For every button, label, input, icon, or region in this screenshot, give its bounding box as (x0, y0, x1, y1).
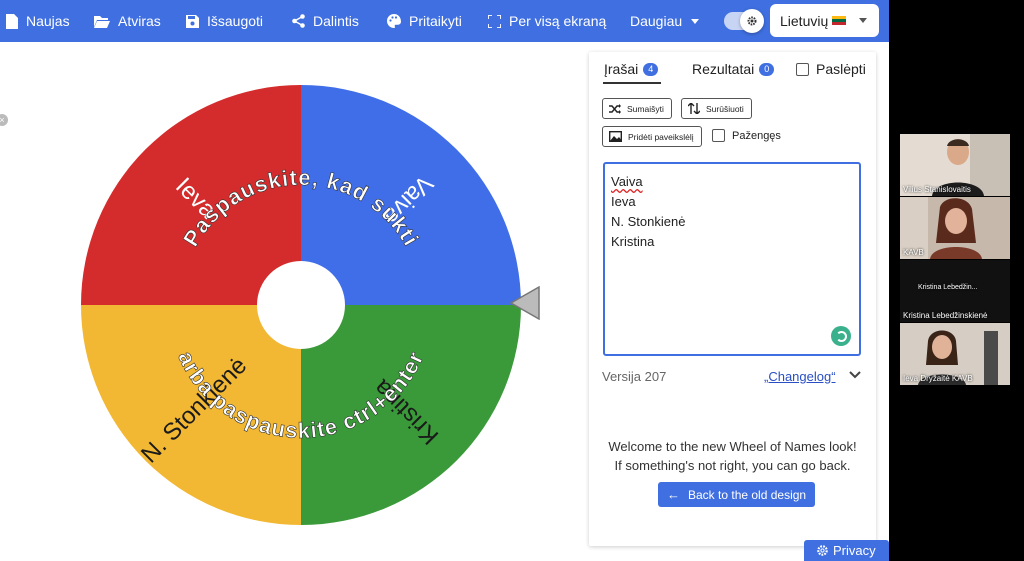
entries-panel: Įrašai 4 Rezultatai 0 Paslėpti Sumaišyti… (589, 52, 876, 546)
add-image-label: Pridėti paveikslėlį (628, 131, 694, 142)
sort-label: Surūšiuoti (706, 103, 744, 114)
entry-line: Kristina (611, 234, 655, 249)
grammar-check-icon[interactable] (831, 326, 851, 346)
arrow-left-icon: ← (667, 487, 680, 502)
palette-icon (387, 14, 401, 28)
entry-line: N. Stonkienė (611, 214, 686, 229)
wheel-of-names-app: Naujas Atviras Išsaugoti Dalintis Pritai… (0, 0, 889, 561)
entries-textarea[interactable]: Vaiva Ieva N. Stonkienė Kristina (603, 162, 861, 356)
add-image-button[interactable]: Pridėti paveikslėlį (602, 126, 702, 147)
shuffle-label: Sumaišyti (627, 103, 664, 114)
gear-icon (817, 545, 828, 556)
fullscreen-label: Per visą ekraną (509, 13, 607, 29)
file-icon (6, 13, 18, 29)
lithuanian-flag-icon (832, 16, 847, 25)
sort-icon (688, 103, 700, 114)
more-label: Daugiau (630, 13, 683, 29)
more-menu[interactable]: Daugiau (630, 0, 700, 42)
close-icon[interactable]: × (0, 114, 8, 126)
participant-name: Ieva Dryžaitė KAVB (903, 374, 973, 383)
tab-entries-label: Įrašai (604, 61, 639, 77)
entry-line: Ieva (611, 194, 636, 209)
entry-line: Vaiva (611, 174, 643, 189)
changelog-link[interactable]: „Changelog“ (764, 369, 836, 384)
privacy-button[interactable]: Privacy (804, 540, 889, 561)
results-count-badge: 0 (759, 62, 775, 76)
new-label: Naujas (26, 13, 70, 29)
privacy-label: Privacy (833, 543, 876, 558)
tab-results[interactable]: Rezultatai 0 (692, 61, 775, 77)
participant-caption: Kristina Lebedžin... (918, 284, 978, 291)
participant-tile[interactable]: Vilius Stanislovaitis (900, 134, 1010, 196)
back-to-old-design-button[interactable]: ← Back to the old design (658, 482, 816, 507)
hide-label: Paslėpti (816, 61, 866, 77)
save-button[interactable]: Išsaugoti (186, 0, 263, 42)
hide-checkbox[interactable]: Paslėpti (796, 61, 866, 77)
share-button[interactable]: Dalintis (292, 0, 359, 42)
shuffle-icon (609, 103, 621, 114)
share-label: Dalintis (313, 13, 359, 29)
tab-results-label: Rezultatai (692, 61, 755, 77)
advanced-checkbox[interactable]: Pažengęs (712, 129, 781, 142)
advanced-checkbox-box[interactable] (712, 129, 725, 142)
wheel-pointer-arrow (509, 286, 540, 320)
chevron-down-icon (859, 18, 867, 23)
back-button-label: Back to the old design (688, 487, 807, 502)
dark-mode-toggle[interactable] (724, 9, 764, 33)
save-label: Išsaugoti (207, 13, 264, 29)
image-icon (609, 131, 622, 142)
fullscreen-icon (488, 14, 501, 28)
customize-label: Pritaikyti (409, 13, 462, 29)
open-button[interactable]: Atviras (94, 0, 161, 42)
sort-button[interactable]: Surūšiuoti (681, 98, 752, 119)
participant-name: Kristina Lebedžinskienė (903, 311, 988, 320)
open-label: Atviras (118, 13, 161, 29)
participant-tile[interactable]: Kristina Lebedžin... Kristina Lebedžinsk… (900, 260, 1010, 322)
welcome-message: Welcome to the new Wheel of Names look! … (589, 437, 876, 475)
participant-tile[interactable]: Ieva Dryžaitė KAVB (900, 323, 1010, 385)
hide-checkbox-box[interactable] (796, 62, 809, 76)
participant-tile[interactable]: KAVB (900, 197, 1010, 259)
share-icon (292, 14, 305, 28)
participant-name: KAVB (903, 248, 924, 257)
language-value: Lietuvių (780, 12, 829, 29)
toggle-knob (740, 9, 764, 33)
caret-down-icon (691, 18, 700, 24)
version-label: Versija 207 (602, 369, 667, 384)
spin-wheel[interactable]: VaivaKristinaN. StonkienėIeva Paspauskit… (76, 80, 526, 530)
shuffle-button[interactable]: Sumaišyti (602, 98, 672, 119)
customize-button[interactable]: Pritaikyti (387, 0, 462, 42)
folder-open-icon (94, 15, 110, 28)
toolbar: Naujas Atviras Išsaugoti Dalintis Pritai… (0, 0, 889, 42)
fullscreen-button[interactable]: Per visą ekraną (488, 0, 606, 42)
participant-name: Vilius Stanislovaitis (903, 185, 971, 194)
welcome-line-2: If something's not right, you can go bac… (614, 458, 851, 473)
language-select[interactable]: Lietuvių (770, 4, 879, 37)
tab-entries[interactable]: Įrašai 4 (604, 61, 659, 77)
entries-count-badge: 4 (643, 62, 659, 76)
chevron-down-icon[interactable] (849, 371, 861, 379)
wheel-center-hub[interactable] (257, 261, 345, 349)
gear-icon (747, 16, 757, 26)
new-button[interactable]: Naujas (6, 0, 70, 42)
active-tab-indicator (603, 82, 661, 84)
advanced-label: Pažengęs (732, 129, 781, 142)
save-icon (186, 14, 199, 28)
welcome-line-1: Welcome to the new Wheel of Names look! (608, 439, 857, 454)
